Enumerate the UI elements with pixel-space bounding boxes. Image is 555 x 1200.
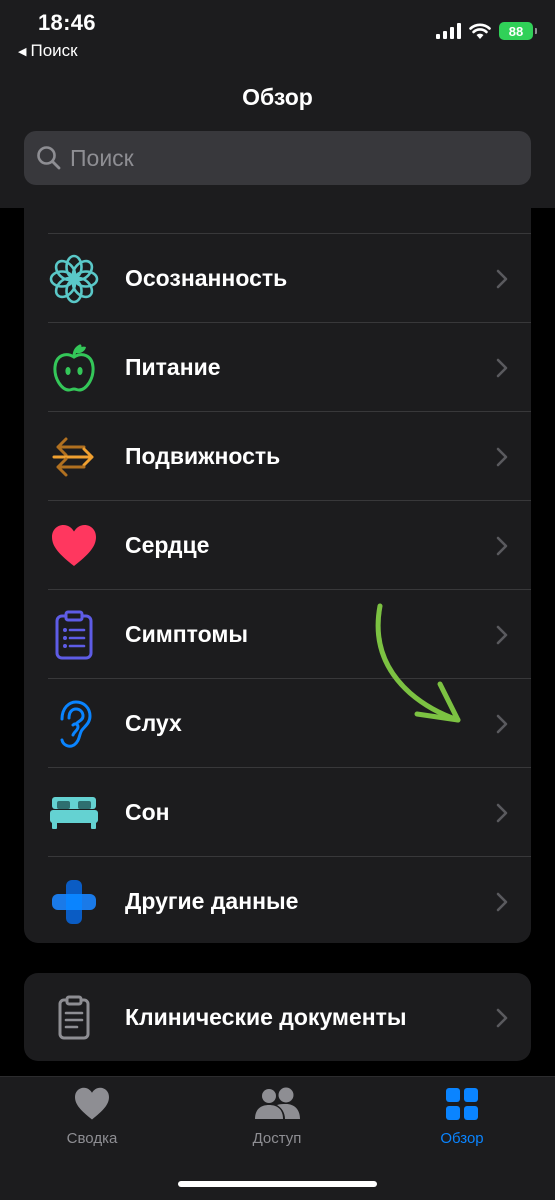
chevron-right-icon <box>496 892 508 911</box>
heart-icon <box>75 1087 109 1120</box>
header: 18:46 ◀ Поиск 88 Обзор <box>0 0 555 208</box>
document-icon <box>48 992 100 1044</box>
category-label: Другие данные <box>125 888 299 914</box>
category-label: Симптомы <box>125 621 249 647</box>
search-icon <box>37 146 61 170</box>
category-row-nutrition[interactable]: Питание <box>24 323 531 412</box>
search-input[interactable] <box>70 144 510 172</box>
search-bar[interactable] <box>24 131 531 185</box>
category-label: Питание <box>125 354 221 380</box>
tab-label: Сводка <box>66 1130 118 1147</box>
category-row-heart[interactable]: Сердце <box>24 501 531 590</box>
chevron-right-icon <box>496 447 508 466</box>
clinical-documents-label: Клинические документы <box>125 1004 407 1030</box>
mobility-arrows-icon <box>48 431 100 483</box>
health-categories-list: Осознанность Питание Подвижность Сердце … <box>24 200 531 943</box>
back-triangle-icon: ◀ <box>18 45 27 58</box>
chevron-right-icon <box>496 358 508 377</box>
bed-icon <box>48 787 100 839</box>
chevron-right-icon <box>496 1008 508 1027</box>
chevron-right-icon <box>496 803 508 822</box>
people-icon <box>255 1087 300 1119</box>
page-title: Обзор <box>242 84 313 110</box>
category-label: Сон <box>125 799 170 825</box>
chevron-right-icon <box>496 625 508 644</box>
status-time: 18:46 <box>38 10 96 35</box>
ear-icon <box>48 698 100 750</box>
clinical-documents-row[interactable]: Клинические документы <box>24 973 531 1061</box>
home-indicator[interactable] <box>178 1181 377 1187</box>
status-indicators: 88 <box>436 22 537 40</box>
clinical-documents-card: Клинические документы <box>24 973 531 1061</box>
heart-icon <box>48 520 100 572</box>
tab-label: Доступ <box>252 1130 302 1147</box>
back-to-search-link[interactable]: ◀ Поиск <box>18 41 78 61</box>
mindfulness-icon <box>48 253 100 305</box>
category-label: Подвижность <box>125 443 281 469</box>
cellular-signal-icon <box>436 23 461 39</box>
category-row-mindfulness[interactable]: Осознанность <box>24 234 531 323</box>
tab-label: Обзор <box>440 1130 484 1147</box>
category-row-mobility[interactable]: Подвижность <box>24 412 531 501</box>
battery-level: 88 <box>508 23 524 39</box>
category-label: Слух <box>125 710 182 736</box>
battery-indicator: 88 <box>499 22 537 40</box>
chevron-right-icon <box>496 269 508 288</box>
tab-browse[interactable]: Обзор <box>392 1087 532 1147</box>
back-link-label: Поиск <box>30 41 78 60</box>
chevron-right-icon <box>496 536 508 555</box>
tab-sharing[interactable]: Доступ <box>207 1087 347 1147</box>
wifi-icon <box>469 23 491 39</box>
clipboard-list-icon <box>48 609 100 661</box>
chevron-right-icon <box>496 714 508 733</box>
category-row-other-data[interactable]: Другие данные <box>24 857 531 943</box>
grid-icon <box>446 1088 478 1120</box>
apple-icon <box>48 342 100 394</box>
category-label: Осознанность <box>125 265 288 291</box>
category-label: Сердце <box>125 532 210 558</box>
tab-summary[interactable]: Сводка <box>22 1087 162 1147</box>
category-row-sleep[interactable]: Сон <box>24 768 531 857</box>
plus-icon <box>48 876 100 928</box>
annotation-arrow-icon <box>375 603 461 723</box>
